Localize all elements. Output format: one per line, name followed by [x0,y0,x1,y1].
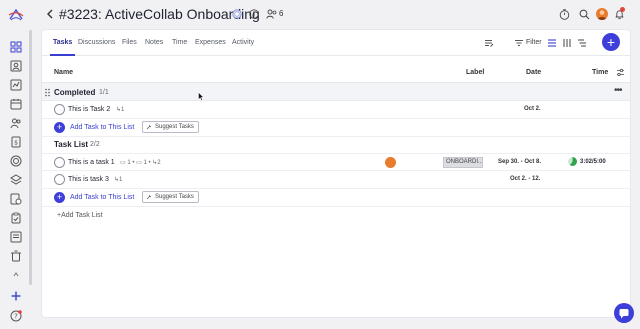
section-count: 1/1 [99,89,109,96]
list-view-icon[interactable] [547,38,557,48]
project-title: #3223: ActiveCollab Onboarding [59,6,260,22]
tab-activity[interactable]: Activity [232,39,254,46]
trash-icon[interactable] [10,250,22,262]
tab-bar: Tasks Discussions Files Notes Time Expen… [42,30,630,56]
clipboard-icon[interactable] [10,212,22,224]
task-row[interactable]: This is task 3 ↳1 Oct 2. - 12. [42,171,630,189]
invoices-icon[interactable]: $ [10,136,22,148]
assignee-avatar[interactable] [385,157,396,168]
task-list-count: 2/2 [90,141,100,148]
suggest-tasks-button[interactable]: Suggest Tasks [142,191,199,203]
col-time[interactable]: Time [592,69,608,76]
add-task-link[interactable]: Add Task to This List [70,194,134,201]
add-task-icon[interactable]: + [54,122,65,133]
filter-button[interactable]: Filter [526,39,542,46]
task-date[interactable]: Sep 30. - Oct 8. [498,159,541,165]
col-label[interactable]: Label [466,69,484,76]
task-time[interactable]: 3:02/5:00 [580,159,606,165]
comment-icon: ▭ [136,160,142,166]
column-settings-icon[interactable] [616,68,625,77]
documents-icon[interactable] [10,231,22,243]
subtask-count: ↳1 [114,177,123,183]
progress-ring-icon[interactable] [232,9,242,19]
target-icon[interactable] [10,155,22,167]
task-row[interactable]: This is Task 2 ↳1 Oct 2. [42,101,630,119]
suggest-tasks-button[interactable]: Suggest Tasks [142,121,199,133]
add-task-link[interactable]: Add Task to This List [70,124,134,131]
task-row[interactable]: This is a task 1 ▭ 1 • ▭ 1 • ↳2 ONBOARDI… [42,153,630,171]
layers-icon[interactable] [10,174,22,186]
completed-section-header[interactable]: Completed 1/1 ••• [42,82,630,101]
project-card: Tasks Discussions Files Notes Time Expen… [42,30,630,317]
activecollab-logo-icon[interactable] [8,8,24,22]
add-task-list-link[interactable]: +Add Task List [57,212,103,219]
mouse-cursor-icon [198,92,204,101]
task-meta: ▭ 1 • ▭ 1 • ↳2 [120,160,161,166]
tab-discussions[interactable]: Discussions [78,39,115,46]
chat-button[interactable] [614,303,634,323]
add-task-icon[interactable]: + [54,192,65,203]
task-name[interactable]: This is Task 2 [68,106,110,113]
svg-text:$: $ [14,140,18,147]
time-progress-icon [568,157,577,166]
section-title: Completed [54,88,96,97]
add-task-fab[interactable]: + [602,33,620,51]
col-name[interactable]: Name [54,69,73,76]
user-avatar[interactable] [596,8,608,20]
sparkle-icon [146,195,151,200]
tab-time[interactable]: Time [172,39,187,46]
tab-tasks[interactable]: Tasks [53,39,72,46]
calendar-icon[interactable] [10,98,22,110]
attachment-icon: ▭ [120,160,126,166]
tab-expenses[interactable]: Expenses [195,39,226,46]
task-name[interactable]: This is a task 1 [68,159,115,166]
stopwatch-icon[interactable] [559,9,570,20]
label-chip[interactable]: ONBOARDI... [443,157,483,168]
notification-dot [620,7,625,12]
task-checkbox[interactable] [54,104,65,115]
active-tab-indicator [50,54,75,56]
add-icon[interactable] [10,290,22,302]
filter-icon[interactable] [514,38,524,48]
left-rail: $ ? [0,0,33,329]
task-checkbox[interactable] [54,157,65,168]
info-icon[interactable] [249,9,259,19]
reports-icon[interactable] [10,79,22,91]
search-icon[interactable] [579,9,590,20]
task-date[interactable]: Oct 2. - 12. [510,176,540,182]
subtask-count: ↳1 [116,107,125,113]
add-task-row[interactable]: + Add Task to This List Suggest Tasks [42,189,630,207]
back-arrow-icon[interactable] [44,8,56,20]
column-view-icon[interactable] [562,38,572,48]
help-icon[interactable]: ? [10,310,22,322]
sparkle-icon [146,125,151,130]
chat-icon [619,309,629,319]
top-bar: #3223: ActiveCollab Onboarding 6 [33,0,640,30]
task-name[interactable]: This is task 3 [68,176,109,183]
timeline-view-icon[interactable] [577,38,587,48]
task-checkbox[interactable] [54,174,65,185]
more-options-icon[interactable]: ••• [614,86,622,96]
task-date[interactable]: Oct 2. [524,106,541,112]
tab-notes[interactable]: Notes [145,39,163,46]
profile-icon[interactable] [10,60,22,72]
timesheet-icon[interactable] [10,193,22,205]
task-list-title[interactable]: Task List [54,140,88,149]
svg-text:?: ? [14,313,18,321]
people-icon[interactable] [10,117,22,129]
drag-handle-icon[interactable] [45,88,50,97]
chevron-up-icon[interactable] [10,268,22,280]
projects-icon[interactable] [7,38,25,56]
col-date[interactable]: Date [526,69,541,76]
rail-scrollbar[interactable] [29,30,32,285]
add-task-row[interactable]: + Add Task to This List Suggest Tasks [42,119,630,137]
people-icon[interactable] [266,9,278,19]
bulk-edit-icon[interactable] [484,38,494,48]
people-count: 6 [279,9,284,18]
tab-files[interactable]: Files [122,39,137,46]
